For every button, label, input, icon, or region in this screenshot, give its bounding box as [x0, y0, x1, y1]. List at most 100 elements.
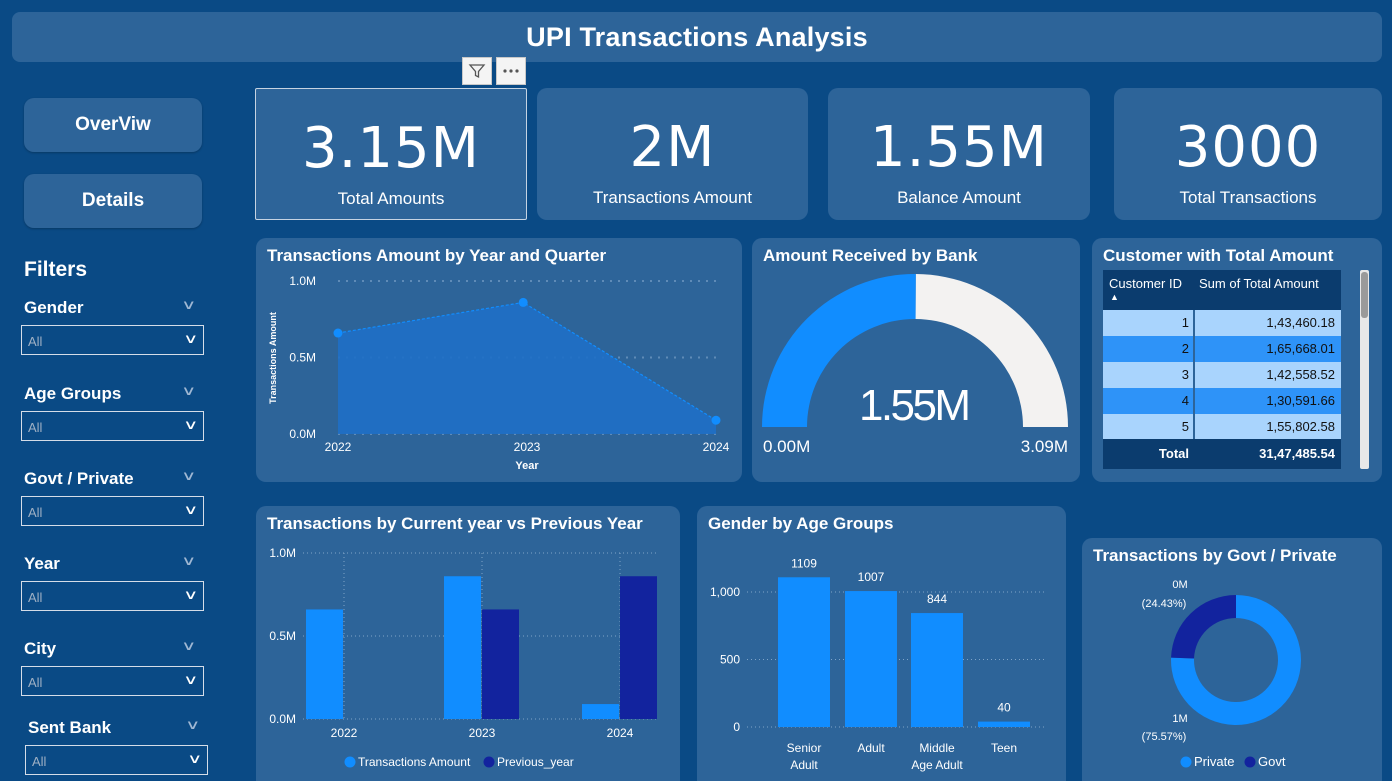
kpi-card-total-transactions[interactable]: 3000 Total Transactions: [1114, 88, 1382, 220]
area-chart[interactable]: 0.0M0.5M1.0M2022 2023 2024YearTransactions…: [256, 238, 742, 482]
customer-table-panel[interactable]: Customer with Total Amount Customer ID ▲…: [1092, 238, 1382, 482]
filter-age-groups-label: Age Groups: [24, 384, 122, 403]
x-tick-label: Middle: [919, 741, 955, 755]
slice-value-label: 0M: [1172, 579, 1187, 591]
table-row[interactable]: 3 1,42,558.52: [1103, 362, 1341, 388]
cell-total-amount: 1,65,668.01: [1195, 336, 1341, 362]
data-point: [518, 297, 528, 307]
x-tick-label: 2022: [331, 726, 358, 740]
govt-private-dropdown[interactable]: All ∨: [21, 496, 204, 526]
column-header-sum-total-amount[interactable]: Sum of Total Amount: [1199, 276, 1319, 291]
y-tick-label: 1.0M: [289, 274, 316, 288]
chevron-down-icon: ∨: [183, 587, 199, 602]
legend-marker: [1244, 756, 1256, 768]
x-tick-label: 2022: [325, 440, 352, 454]
cell-customer-id: 4: [1103, 388, 1193, 414]
legend-marker: [483, 756, 495, 768]
bar-transactions-amount: [444, 576, 481, 719]
age-groups-dropdown[interactable]: All ∨: [21, 411, 204, 441]
sort-ascending-icon: ▲: [1110, 292, 1119, 302]
filter-icon[interactable]: [462, 57, 492, 85]
chevron-down-icon: ∨: [183, 502, 199, 517]
chevron-down-icon[interactable]: ∨: [181, 638, 196, 654]
customer-table[interactable]: Customer ID ▲ Sum of Total Amount 1 1,43,…: [1103, 270, 1341, 469]
gauge-chart[interactable]: 1.55M 0.00M 3.09M: [752, 238, 1080, 482]
cell-customer-id: 2: [1103, 336, 1193, 362]
x-tick-label: 2023: [514, 440, 541, 454]
cy-py-chart-panel[interactable]: Transactions by Current year vs Previous…: [256, 506, 680, 781]
gender-age-bar-chart[interactable]: 0 500 1,000 1109 Senior Adult 1007 Adult 844 Midd…: [697, 506, 1066, 781]
details-button[interactable]: Details: [24, 174, 202, 228]
x-tick-label: Adult: [790, 758, 818, 772]
gauge-value-label: 1.55M: [859, 381, 971, 430]
chevron-down-icon: ∨: [183, 672, 199, 687]
y-tick-label: 0.5M: [269, 629, 296, 643]
legend-marker: [1180, 756, 1192, 768]
table-row[interactable]: 4 1,30,591.66: [1103, 388, 1341, 414]
area-chart-panel[interactable]: Transactions Amount by Year and Quarter …: [256, 238, 742, 482]
bar-transactions-amount: [582, 704, 619, 719]
kpi-value: 3.15M: [301, 116, 480, 181]
chevron-down-icon[interactable]: ∨: [181, 297, 196, 313]
cell-total-amount: 1,43,460.18: [1195, 310, 1341, 336]
donut-chart-panel[interactable]: Transactions by Govt / Private 0M (24.43%…: [1082, 538, 1382, 781]
kpi-card-balance-amount[interactable]: 1.55M Balance Amount: [828, 88, 1090, 220]
x-tick-label: 2024: [703, 440, 730, 454]
data-label: 844: [927, 592, 947, 606]
dropdown-value: All: [28, 505, 43, 520]
legend-label: Transactions Amount: [358, 755, 471, 769]
table-total-row: Total 31,47,485.54: [1103, 439, 1341, 469]
y-tick-label: 0.0M: [269, 712, 296, 726]
cell-total-amount: 1,30,591.66: [1195, 388, 1341, 414]
x-tick-label: Adult: [857, 741, 885, 755]
y-tick-label: 0: [733, 720, 740, 734]
kpi-card-transactions-amount[interactable]: 2M Transactions Amount: [537, 88, 808, 220]
bar-teen: [978, 721, 1030, 727]
slice-pct-label: (24.43%): [1142, 598, 1187, 610]
chevron-down-icon: ∨: [183, 417, 199, 432]
gender-age-chart-panel[interactable]: Gender by Age Groups 0 500 1,000 1109 Senior…: [697, 506, 1066, 781]
slice-pct-label: (75.57%): [1142, 731, 1187, 743]
kpi-value: 2M: [629, 115, 716, 180]
dropdown-value: All: [28, 590, 43, 605]
data-label: 40: [997, 701, 1011, 715]
year-dropdown[interactable]: All ∨: [21, 581, 204, 611]
more-options-icon[interactable]: [496, 57, 526, 85]
kpi-card-total-amounts[interactable]: 3.15M Total Amounts: [255, 88, 527, 220]
gender-dropdown[interactable]: All ∨: [21, 325, 204, 355]
column-header-customer-id[interactable]: Customer ID: [1109, 276, 1182, 291]
total-value: 31,47,485.54: [1259, 446, 1335, 461]
data-label: 1007: [858, 570, 885, 584]
cell-customer-id: 5: [1103, 414, 1193, 440]
chevron-down-icon[interactable]: ∨: [181, 468, 196, 484]
table-row[interactable]: 2 1,65,668.01: [1103, 336, 1341, 362]
scrollbar-thumb[interactable]: [1361, 272, 1368, 318]
dropdown-value: All: [28, 334, 43, 349]
dropdown-value: All: [28, 420, 43, 435]
legend-label: Previous_year: [497, 755, 574, 769]
kpi-label: Total Amounts: [337, 189, 445, 208]
city-dropdown[interactable]: All ∨: [21, 666, 204, 696]
filter-year-label: Year: [24, 554, 60, 573]
cell-total-amount: 1,55,802.58: [1195, 414, 1341, 440]
gauge-panel[interactable]: Amount Received by Bank 1.55M 0.00M 3.09M: [752, 238, 1080, 482]
table-scrollbar[interactable]: [1360, 270, 1369, 469]
gauge-min-label: 0.00M: [763, 437, 810, 456]
donut-chart[interactable]: 0M (24.43%) 1M (75.57%) Private Govt: [1082, 538, 1382, 781]
sent-bank-dropdown[interactable]: All ∨: [25, 745, 208, 775]
cy-py-bar-chart[interactable]: 0.0M 0.5M 1.0M 2022 2023 2024 Transactions Amo…: [256, 506, 680, 781]
y-tick-label: 0.5M: [289, 351, 316, 365]
table-row[interactable]: 1 1,43,460.18: [1103, 310, 1341, 336]
chevron-down-icon[interactable]: ∨: [185, 717, 200, 733]
slice-value-label: 1M: [1172, 713, 1187, 725]
chevron-down-icon[interactable]: ∨: [181, 383, 196, 399]
cell-customer-id: 1: [1103, 310, 1193, 336]
overview-button[interactable]: OverViw: [24, 98, 202, 152]
filter-gender-label: Gender: [24, 298, 84, 317]
kpi-label: Transactions Amount: [592, 188, 753, 207]
y-tick-label: 0.0M: [289, 427, 316, 441]
bar-transactions-amount: [306, 609, 343, 719]
chevron-down-icon[interactable]: ∨: [181, 553, 196, 569]
table-row[interactable]: 5 1,55,802.58: [1103, 414, 1341, 440]
x-tick-label: 2023: [469, 726, 496, 740]
